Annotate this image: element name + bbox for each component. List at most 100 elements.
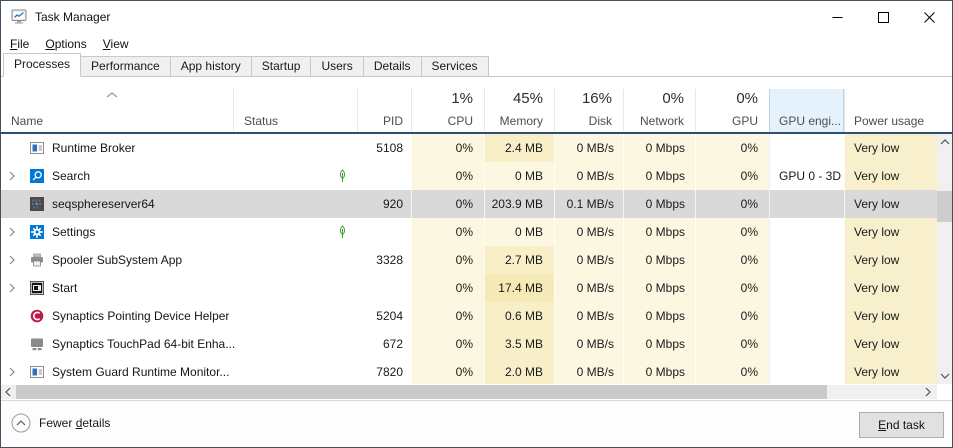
close-button[interactable]: [906, 1, 952, 33]
status-cell: [233, 134, 357, 162]
gpu-cell: 0%: [695, 330, 769, 358]
expand-chevron-icon[interactable]: [9, 255, 15, 265]
pid-cell: 920: [357, 190, 411, 218]
pid-cell: [357, 218, 411, 246]
power-usage-cell: Very low: [844, 190, 937, 218]
vertical-scrollbar-thumb[interactable]: [937, 191, 953, 222]
power-usage-cell: Very low: [844, 134, 937, 162]
network-cell: 0 Mbps: [623, 358, 695, 384]
gpu-engine-cell: [769, 330, 844, 358]
table-row[interactable]: Synaptics TouchPad 64-bit Enha... 672 0%…: [1, 330, 937, 358]
table-row[interactable]: Search 0% 0 MB 0 MB/s 0 Mbps 0% GPU 0 - …: [1, 162, 937, 190]
tab-processes[interactable]: Processes: [3, 53, 81, 77]
column-header-gpu-engine[interactable]: GPU engi...: [769, 89, 844, 132]
gpu-engine-cell: [769, 190, 844, 218]
scroll-up-icon[interactable]: [937, 134, 953, 150]
cpu-cell: 0%: [411, 134, 484, 162]
table-row-selected[interactable]: seqsphereserver64 920 0% 203.9 MB 0.1 MB…: [1, 190, 937, 218]
column-header-memory[interactable]: 45% Memory: [484, 89, 554, 132]
gpu-engine-cell: [769, 134, 844, 162]
tab-services[interactable]: Services: [421, 56, 489, 76]
table-row[interactable]: Runtime Broker 5108 0% 2.4 MB 0 MB/s 0 M…: [1, 134, 937, 162]
process-name: Start: [52, 274, 77, 302]
horizontal-scrollbar-thumb[interactable]: [16, 385, 827, 399]
pid-cell: 7820: [357, 358, 411, 384]
status-cell: [233, 330, 357, 358]
process-name: Synaptics Pointing Device Helper: [52, 302, 229, 330]
network-cell: 0 Mbps: [623, 218, 695, 246]
task-manager-window: Task Manager File Options View Processes…: [0, 0, 953, 448]
footer-bar: Fewer details End task: [1, 400, 952, 447]
memory-cell: 0 MB: [484, 162, 554, 190]
horizontal-scrollbar[interactable]: [1, 385, 937, 399]
menu-file[interactable]: File: [1, 33, 37, 55]
tab-app-history[interactable]: App history: [170, 56, 252, 76]
gpu-cell: 0%: [695, 190, 769, 218]
memory-cell: 2.4 MB: [484, 134, 554, 162]
disk-cell: 0 MB/s: [554, 330, 623, 358]
vertical-scrollbar[interactable]: [937, 134, 953, 384]
cpu-cell: 0%: [411, 358, 484, 384]
gpu-cell: 0%: [695, 302, 769, 330]
column-header-gpu[interactable]: 0% GPU: [695, 89, 769, 132]
scroll-left-icon[interactable]: [1, 385, 15, 399]
power-usage-cell: Very low: [844, 330, 937, 358]
end-task-button[interactable]: End task: [859, 412, 944, 438]
expand-chevron-icon[interactable]: [9, 367, 15, 377]
table-row[interactable]: Start 0% 17.4 MB 0 MB/s 0 Mbps 0% Very l…: [1, 274, 937, 302]
cpu-cell: 0%: [411, 330, 484, 358]
table-row[interactable]: Synaptics Pointing Device Helper 5204 0%…: [1, 302, 937, 330]
minimize-button[interactable]: [814, 1, 860, 33]
disk-cell: 0 MB/s: [554, 162, 623, 190]
disk-cell: 0 MB/s: [554, 358, 623, 384]
menu-options[interactable]: Options: [37, 33, 94, 55]
disk-cell: 0 MB/s: [554, 302, 623, 330]
runtime-broker-icon: [30, 141, 44, 155]
table-row[interactable]: System Guard Runtime Monitor... 7820 0% …: [1, 358, 937, 384]
gpu-engine-cell: [769, 246, 844, 274]
network-cell: 0 Mbps: [623, 190, 695, 218]
gpu-engine-cell: [769, 358, 844, 384]
maximize-button[interactable]: [860, 1, 906, 33]
cpu-cell: 0%: [411, 218, 484, 246]
status-cell: [233, 302, 357, 330]
column-header-name[interactable]: Name: [1, 89, 233, 132]
cpu-cell: 0%: [411, 162, 484, 190]
title-bar: Task Manager: [1, 1, 952, 33]
power-usage-cell: Very low: [844, 162, 937, 190]
expand-chevron-icon[interactable]: [9, 227, 15, 237]
power-usage-cell: Very low: [844, 358, 937, 384]
disk-cell: 0.1 MB/s: [554, 190, 623, 218]
scroll-right-icon[interactable]: [921, 385, 935, 399]
expand-chevron-icon[interactable]: [9, 171, 15, 181]
tab-details[interactable]: Details: [363, 56, 422, 76]
column-header-cpu[interactable]: 1% CPU: [411, 89, 484, 132]
cpu-cell: 0%: [411, 246, 484, 274]
column-header-status[interactable]: Status: [233, 89, 357, 132]
table-row[interactable]: Spooler SubSystem App 3328 0% 2.7 MB 0 M…: [1, 246, 937, 274]
status-cell: [233, 162, 357, 190]
column-headers: Name Status PID 1% CPU 45% Memory 16% Di…: [1, 89, 937, 132]
scroll-down-icon[interactable]: [937, 368, 953, 384]
start-tile-icon: [30, 281, 44, 295]
column-header-pid[interactable]: PID: [357, 89, 411, 132]
column-header-network[interactable]: 0% Network: [623, 89, 695, 132]
tab-startup[interactable]: Startup: [251, 56, 312, 76]
cpu-cell: 0%: [411, 302, 484, 330]
column-header-disk[interactable]: 16% Disk: [554, 89, 623, 132]
column-header-power-usage[interactable]: Power usage: [844, 89, 937, 132]
table-row[interactable]: Settings 0% 0 MB 0 MB/s 0 Mbps 0% Very l…: [1, 218, 937, 246]
tab-performance[interactable]: Performance: [80, 56, 171, 76]
pid-cell: 3328: [357, 246, 411, 274]
status-cell: [233, 190, 357, 218]
window-title: Task Manager: [35, 10, 110, 24]
tab-users[interactable]: Users: [310, 56, 363, 76]
process-name: seqsphereserver64: [52, 190, 155, 218]
status-cell: [233, 358, 357, 384]
search-app-icon: [30, 169, 44, 183]
sort-ascending-icon: [105, 91, 119, 99]
fewer-details-toggle[interactable]: Fewer details: [11, 413, 110, 433]
menu-view[interactable]: View: [95, 33, 137, 55]
power-usage-cell: Very low: [844, 218, 937, 246]
expand-chevron-icon[interactable]: [9, 283, 15, 293]
